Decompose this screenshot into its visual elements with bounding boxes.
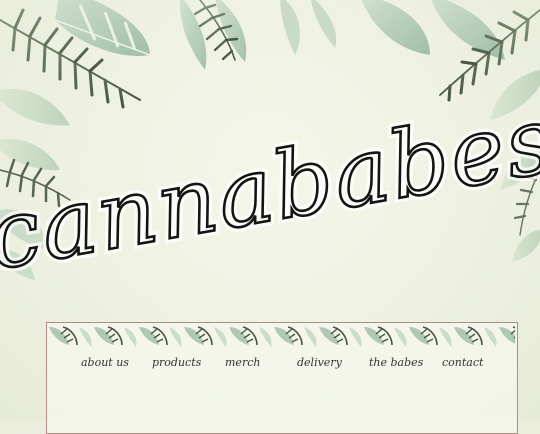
- nav-link-about-us[interactable]: about us: [81, 356, 129, 369]
- nav-link-merch[interactable]: merch: [225, 356, 260, 369]
- nav-link-products[interactable]: products: [152, 356, 201, 369]
- page: cannababes cannababes about us products …: [0, 0, 540, 434]
- cannababes-logo[interactable]: cannababes cannababes: [0, 0, 540, 300]
- main-navigation: about us products merch delivery the bab…: [47, 356, 517, 378]
- logo-text: cannababes: [0, 86, 540, 291]
- nav-link-the-babes[interactable]: the babes: [369, 356, 423, 369]
- nav-link-contact[interactable]: contact: [442, 356, 483, 369]
- leaf-garland-decoration: [49, 326, 515, 347]
- nav-link-delivery[interactable]: delivery: [297, 356, 342, 369]
- navigation-panel: about us products merch delivery the bab…: [46, 322, 518, 434]
